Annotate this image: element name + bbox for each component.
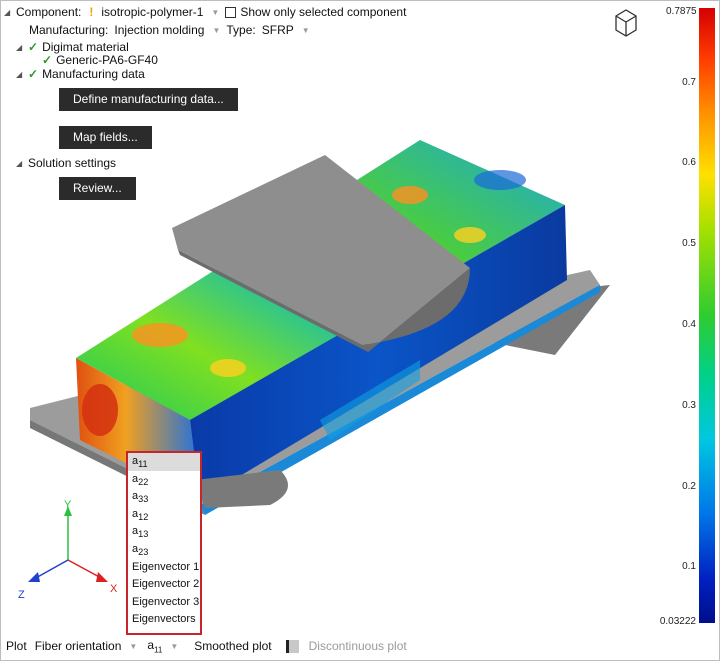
y-axis-label: Y: [64, 499, 72, 511]
scale-tick: 0.5: [682, 238, 696, 249]
chevron-down-icon: ▼: [129, 641, 138, 651]
menu-item-a11[interactable]: a11: [128, 453, 200, 471]
scale-max-label: 0.7875: [666, 6, 697, 17]
z-axis-label: Z: [18, 589, 25, 601]
scale-tick: 0.7: [682, 77, 696, 88]
z-axis-arrow-icon: [28, 572, 40, 582]
component-dropdown-value: a11: [147, 638, 163, 655]
x-axis-arrow-icon: [96, 572, 108, 582]
menu-item-eigenvector-3[interactable]: Eigenvector 3: [128, 594, 200, 612]
menu-item-a12[interactable]: a12: [128, 506, 200, 524]
menu-item-a13[interactable]: a13: [128, 523, 200, 541]
chevron-down-icon: ▼: [170, 641, 179, 651]
component-dropdown-menu: a11 a22 a33 a12 a13 a23 Eigenvector 1 Ei…: [126, 451, 202, 635]
color-scale: 0.7875 0.7 0.6 0.5 0.4 0.3 0.2 0.1 0.032…: [660, 0, 718, 659]
plot-label: Plot: [6, 639, 27, 654]
scale-min-label: 0.03222: [659, 616, 696, 627]
scale-tick: 0.6: [682, 157, 696, 168]
menu-item-eigenvector-1[interactable]: Eigenvector 1: [128, 559, 200, 577]
x-axis-label: X: [110, 583, 118, 595]
plot-value: Fiber orientation: [34, 639, 122, 654]
menu-item-a23[interactable]: a23: [128, 541, 200, 559]
view-cube-icon[interactable]: [615, 9, 637, 37]
scale-tick: 0.3: [682, 400, 696, 411]
scale-tick: 0.4: [682, 319, 696, 330]
z-axis-line: [33, 559, 69, 580]
menu-item-a22[interactable]: a22: [128, 471, 200, 489]
menu-item-eigenvector-2[interactable]: Eigenvector 2: [128, 576, 200, 594]
scale-tick: 0.1: [682, 561, 696, 572]
plot-select[interactable]: Fiber orientation ▼: [33, 639, 140, 653]
discontinuous-plot-label: Discontinuous plot: [308, 639, 407, 654]
smoothed-plot-label: Smoothed plot: [194, 639, 272, 654]
color-scale-bar: [699, 8, 715, 623]
menu-item-a33[interactable]: a33: [128, 488, 200, 506]
scale-tick: 0.2: [682, 481, 696, 492]
bottom-toolbar: Plot Fiber orientation ▼ a11 ▼ Smoothed …: [6, 638, 407, 654]
component-dropdown[interactable]: a11 ▼: [145, 638, 180, 654]
axes-triad: Y X Z: [18, 499, 118, 601]
model-viewport[interactable]: Y X Z: [0, 0, 666, 661]
menu-item-eigenvectors[interactable]: Eigenvectors: [128, 611, 200, 629]
smoothed-discontinuous-toggle[interactable]: [285, 639, 299, 653]
